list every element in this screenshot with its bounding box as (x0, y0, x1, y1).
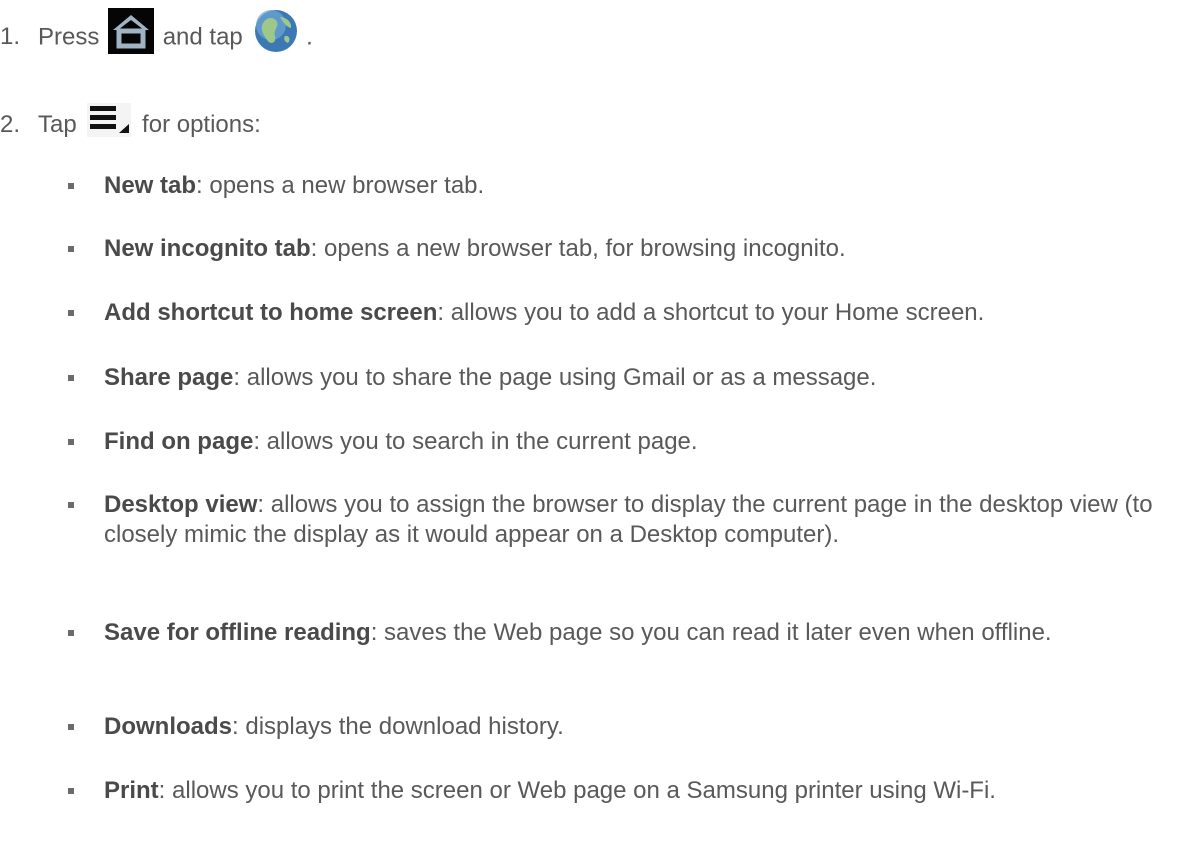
option-term: Find on page (104, 428, 254, 455)
globe-icon (253, 8, 299, 54)
option-term: Print (104, 777, 159, 804)
bullet-marker (68, 724, 74, 730)
option-term: Share page (104, 364, 234, 391)
list-item-text: Add shortcut to home screen: allows you … (104, 298, 1194, 328)
list-item-text: New tab: opens a new browser tab. (104, 171, 1194, 201)
option-term: Add shortcut to home screen (104, 299, 438, 326)
option-desc: : opens a new browser tab, for browsing … (310, 235, 846, 262)
list-item-text: Save for offline reading: saves the Web … (104, 618, 1194, 648)
option-desc: : allows you to share the page using Gma… (233, 364, 877, 391)
list-item-text: Downloads: displays the download history… (104, 712, 1194, 742)
list-item-text: Find on page: allows you to search in th… (104, 427, 1194, 457)
step-text-part: for options: (142, 111, 261, 138)
bullet-marker (68, 502, 74, 508)
bullet-marker (68, 310, 74, 316)
step-text-part: and tap (162, 23, 243, 51)
bullet-marker (68, 630, 74, 636)
step-number: 2. (0, 111, 21, 138)
step-text-part: Press (38, 23, 100, 51)
list-item-text: Print: allows you to print the screen or… (104, 776, 1194, 806)
option-term: New incognito tab (104, 235, 311, 262)
step-text: Tap for options: (38, 102, 261, 140)
bullet-marker (68, 375, 74, 381)
option-desc: : allows you to search in the current pa… (253, 428, 698, 455)
option-term: Desktop view (104, 491, 258, 518)
step-text-part: . (306, 23, 313, 51)
option-term: Downloads (104, 713, 233, 740)
option-desc: : allows you to assign the browser to di… (104, 491, 1153, 548)
bullet-marker (68, 246, 74, 252)
bullet-marker (68, 439, 74, 445)
option-desc: : allows you to print the screen or Web … (158, 777, 996, 804)
step-text-part: Tap (38, 111, 77, 138)
option-desc: : saves the Web page so you can read it … (370, 619, 1052, 646)
option-term: New tab (104, 172, 197, 199)
bullet-marker (68, 788, 74, 794)
home-icon (108, 8, 155, 54)
list-item-text: Share page: allows you to share the page… (104, 363, 1194, 393)
option-desc: : allows you to add a shortcut to your H… (437, 299, 985, 326)
menu-icon (87, 102, 132, 137)
step-text: Press and tap . (38, 8, 313, 54)
bullet-marker (68, 183, 74, 189)
list-item-text: New incognito tab: opens a new browser t… (104, 234, 1194, 264)
option-desc: : opens a new browser tab. (196, 172, 485, 199)
list-item-text: Desktop view: allows you to assign the b… (104, 490, 1194, 550)
option-term: Save for offline reading (104, 619, 371, 646)
step-number: 1. (0, 23, 21, 50)
option-desc: : displays the download history. (232, 713, 564, 740)
